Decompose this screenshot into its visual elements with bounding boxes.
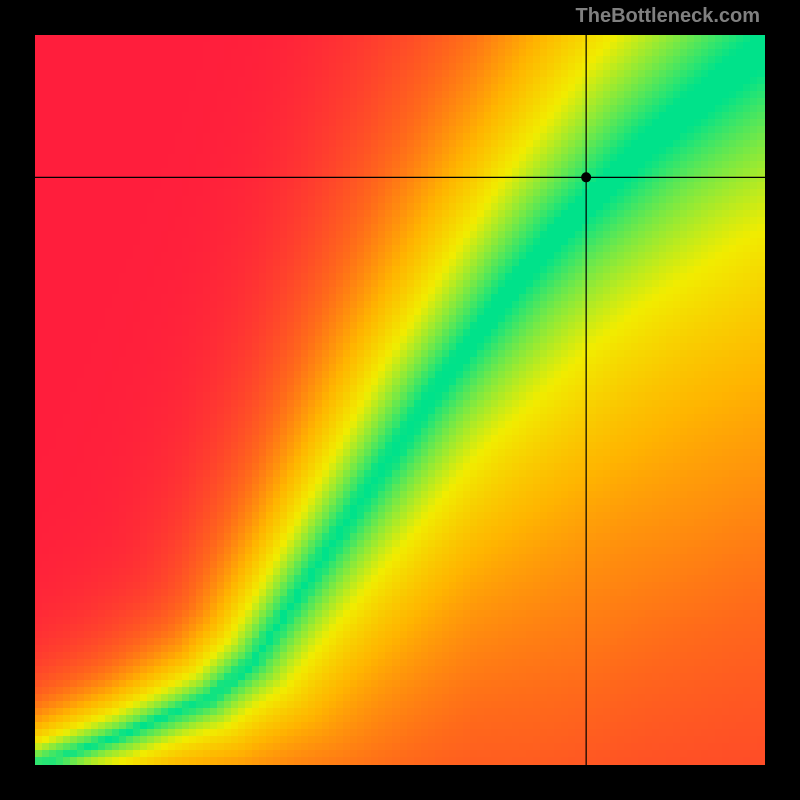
chart-frame: TheBottleneck.com <box>0 0 800 800</box>
watermark-text: TheBottleneck.com <box>576 5 760 28</box>
bottleneck-heatmap <box>35 35 765 765</box>
